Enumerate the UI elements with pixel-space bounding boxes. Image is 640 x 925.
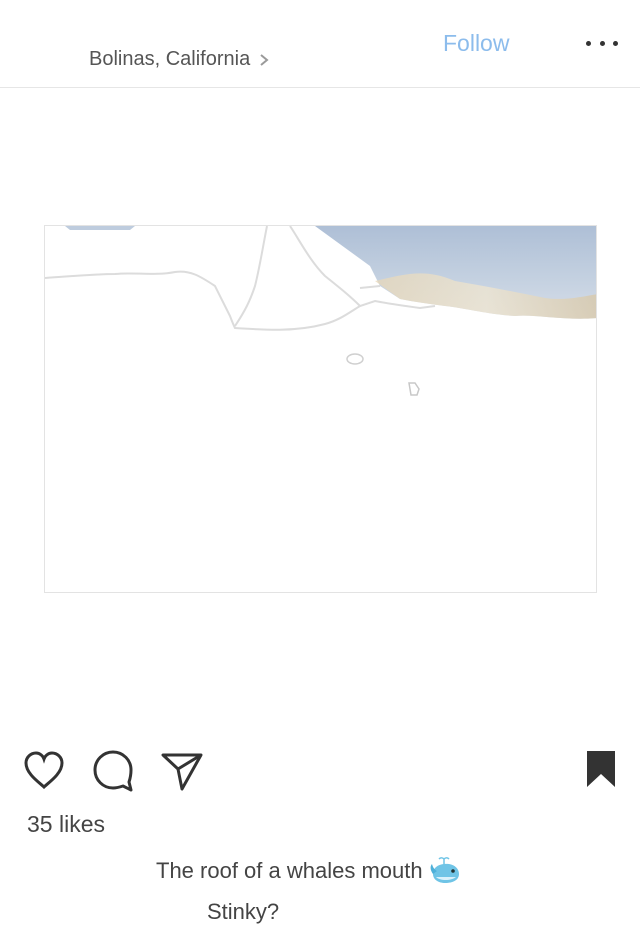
more-options-icon[interactable] bbox=[586, 34, 618, 52]
share-icon[interactable] bbox=[160, 749, 204, 793]
post-caption: The roof of a whales mouth bbox=[156, 856, 463, 886]
bookmark-icon[interactable] bbox=[585, 749, 617, 789]
heart-icon[interactable] bbox=[22, 749, 66, 791]
post-photo[interactable] bbox=[44, 225, 597, 593]
post-header: Bolinas, California Follow bbox=[0, 0, 640, 88]
caption-text: The roof of a whales mouth bbox=[156, 858, 423, 883]
whale-emoji-icon bbox=[430, 857, 459, 883]
follow-button[interactable]: Follow bbox=[443, 30, 509, 57]
location-label: Bolinas, California bbox=[89, 48, 251, 70]
post-photo-area bbox=[0, 88, 640, 728]
action-bar bbox=[0, 745, 640, 797]
like-count[interactable]: 35 likes bbox=[27, 811, 105, 838]
location-link[interactable]: Bolinas, California bbox=[89, 48, 270, 71]
comment-text: Stinky? bbox=[207, 899, 280, 924]
chevron-right-icon bbox=[260, 53, 269, 66]
comment-icon[interactable] bbox=[91, 749, 135, 793]
whale-mouth-image bbox=[45, 226, 596, 396]
